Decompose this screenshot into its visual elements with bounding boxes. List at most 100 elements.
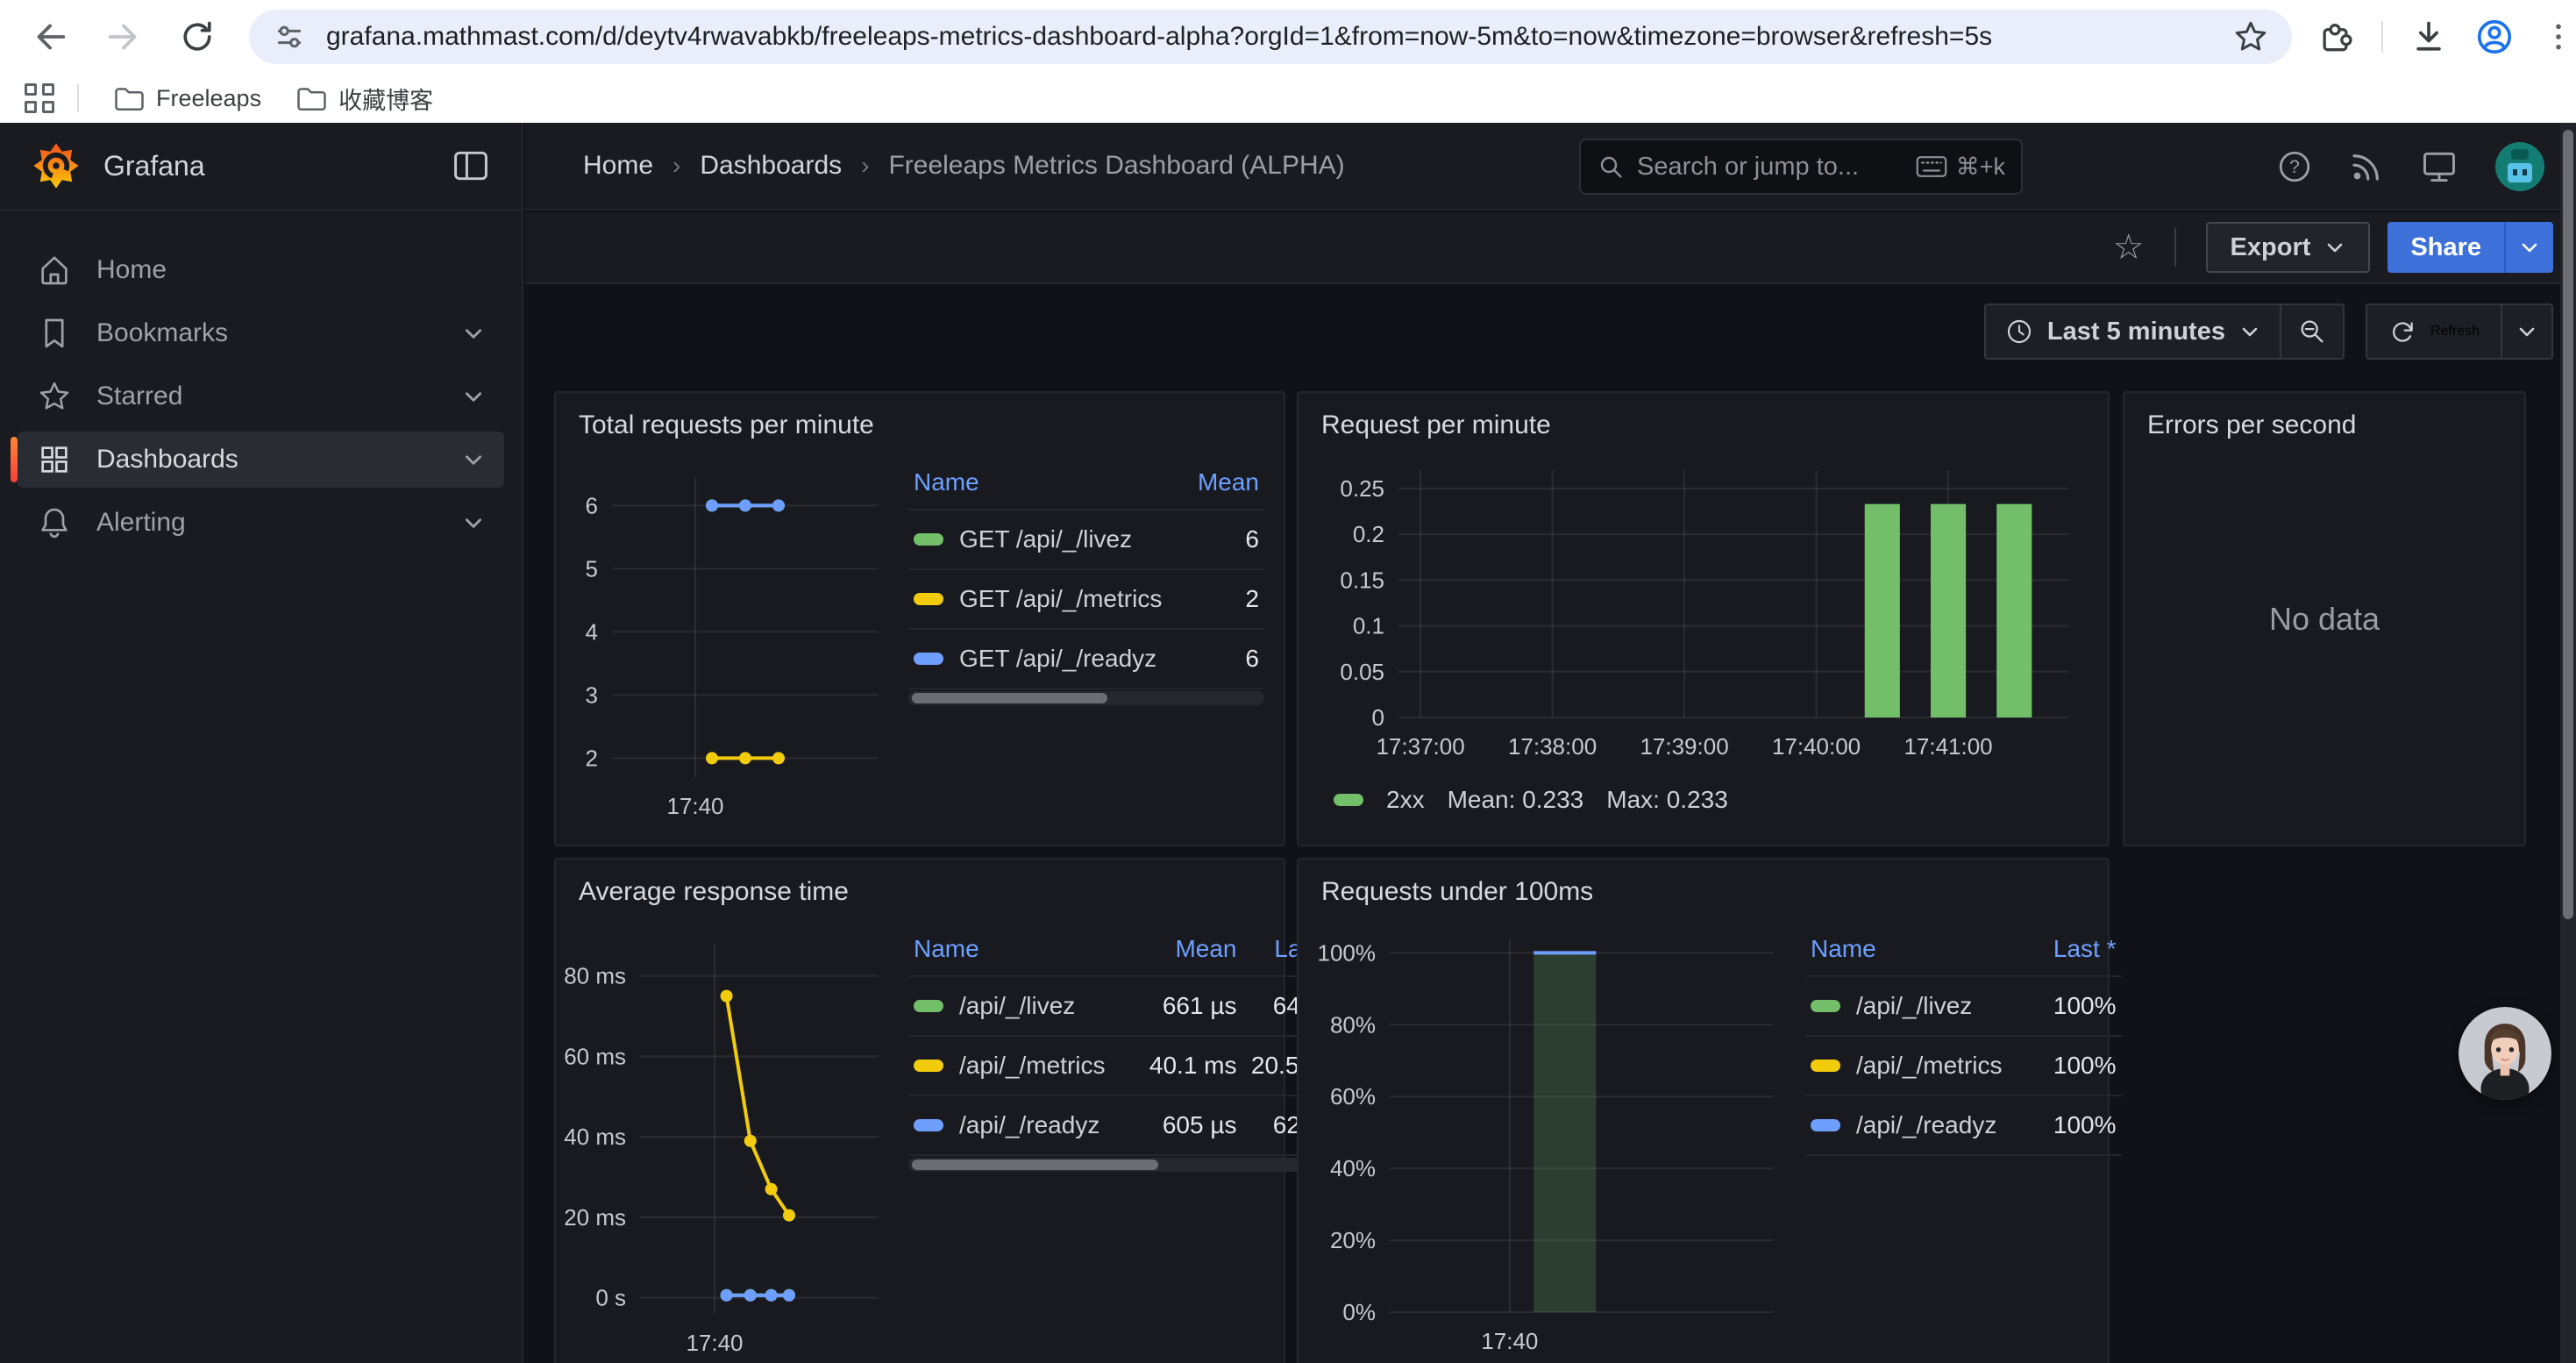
time-range-picker[interactable]: Last 5 minutes xyxy=(1984,303,2345,360)
avatar-image xyxy=(2459,1007,2551,1100)
legend-line[interactable]: 2xx Mean: 0.233 Max: 0.233 xyxy=(1299,775,2108,814)
news-rss-icon[interactable] xyxy=(2348,148,2385,185)
svg-text:17:41:00: 17:41:00 xyxy=(1904,733,1992,760)
folder-icon xyxy=(112,82,144,114)
average-response-time-chart: 17:400 s20 ms40 ms60 ms80 ms xyxy=(556,912,893,1363)
keyboard-icon xyxy=(1916,155,1947,178)
panel-request-per-minute[interactable]: Request per minute 17:37:0017:38:0017:39… xyxy=(1297,391,2110,846)
legend-header-mean[interactable]: Mean xyxy=(1163,468,1259,496)
grafana-app: Grafana Home Bo xyxy=(0,123,2576,1363)
floating-user-avatar[interactable] xyxy=(2459,1007,2551,1100)
legend-scrollbar[interactable] xyxy=(908,1158,1320,1172)
forward-icon xyxy=(103,17,144,57)
back-button[interactable] xyxy=(21,8,79,66)
favorite-star-icon[interactable]: ☆ xyxy=(2113,227,2145,268)
legend-row[interactable]: /api/_/readyz 100% xyxy=(1805,1095,2122,1154)
chevron-down-icon[interactable] xyxy=(462,385,485,408)
legend-row[interactable]: GET /api/_/readyz 6 xyxy=(908,628,1264,688)
sidebar-nav: Home Bookmarks Starred xyxy=(0,211,522,551)
legend-scrollbar[interactable] xyxy=(908,691,1264,705)
export-label: Export xyxy=(2231,233,2311,262)
legend-mean: Mean: 0.233 xyxy=(1448,786,1584,814)
user-avatar[interactable] xyxy=(2494,140,2546,193)
panel-total-requests-per-minute[interactable]: Total requests per minute 17:4023456 Nam… xyxy=(554,391,1285,846)
panel-title[interactable]: Requests under 100ms xyxy=(1299,860,2108,912)
breadcrumb-dashboards[interactable]: Dashboards xyxy=(700,151,842,181)
panel-errors-per-second[interactable]: Errors per second No data xyxy=(2123,391,2526,846)
svg-text:0%: 0% xyxy=(1342,1299,1376,1325)
legend-header-mean[interactable]: Mean xyxy=(1106,935,1237,963)
sidebar-item-starred[interactable]: Starred xyxy=(18,368,504,425)
legend-row[interactable]: /api/_/livez 100% xyxy=(1805,975,2122,1035)
sidebar-item-home[interactable]: Home xyxy=(18,242,504,298)
legend-row[interactable]: /api/_/metrics 40.1 ms 20.5 r xyxy=(908,1035,1320,1095)
bookmark-folder-label: 收藏博客 xyxy=(338,82,433,116)
brand-title[interactable]: Grafana xyxy=(103,150,452,182)
bookmarks-bar: Freeleaps 收藏博客 xyxy=(0,74,2576,123)
sidebar-item-dashboards[interactable]: Dashboards xyxy=(18,432,504,488)
legend-table: Name Mean GET /api/_/livez 6 GET /api/_/… xyxy=(908,468,1264,831)
search-icon xyxy=(1597,153,1625,181)
bookmark-star-button[interactable] xyxy=(2232,18,2269,55)
chevron-down-icon[interactable] xyxy=(462,322,485,345)
legend-header-name[interactable]: Name xyxy=(914,935,1106,963)
share-dropdown-button[interactable] xyxy=(2504,222,2553,273)
site-info-icon[interactable] xyxy=(272,19,307,54)
svg-text:40%: 40% xyxy=(1330,1155,1376,1181)
svg-text:3: 3 xyxy=(586,682,598,708)
search-input[interactable]: Search or jump to... ⌘+k xyxy=(1579,139,2023,195)
page-scrollbar[interactable] xyxy=(2560,123,2576,1363)
url-bar[interactable]: grafana.mathmast.com/d/deytv4rwavabkb/fr… xyxy=(249,10,2292,64)
panel-title[interactable]: Errors per second xyxy=(2124,393,2524,446)
legend-row[interactable]: GET /api/_/livez 6 xyxy=(908,509,1264,568)
refresh-picker[interactable]: Refresh xyxy=(2366,303,2553,360)
legend-header-name[interactable]: Name xyxy=(914,468,1163,496)
legend-header-last[interactable]: Last * xyxy=(2003,935,2117,963)
collapse-sidebar-icon[interactable] xyxy=(452,146,490,185)
panel-title[interactable]: Request per minute xyxy=(1299,393,2108,446)
legend-row[interactable]: /api/_/readyz 605 µs 620 xyxy=(908,1095,1320,1154)
legend-row[interactable]: GET /api/_/metrics 2 xyxy=(908,568,1264,628)
zoom-out-button[interactable] xyxy=(2280,305,2343,358)
refresh-interval-dropdown[interactable] xyxy=(2501,305,2551,358)
url-text[interactable]: grafana.mathmast.com/d/deytv4rwavabkb/fr… xyxy=(326,22,2218,52)
bookmark-folder-freeleaps[interactable]: Freeleaps xyxy=(112,82,261,114)
panel-average-response-time[interactable]: Average response time 17:400 s20 ms40 ms… xyxy=(554,858,1285,1363)
forward-button[interactable] xyxy=(95,8,153,66)
share-label: Share xyxy=(2387,222,2504,273)
sidebar-item-bookmarks[interactable]: Bookmarks xyxy=(18,305,504,361)
download-icon[interactable] xyxy=(2409,18,2448,56)
svg-text:6: 6 xyxy=(586,492,598,518)
series-color-pill xyxy=(914,593,943,605)
scrollbar-thumb[interactable] xyxy=(2563,130,2573,919)
help-icon[interactable]: ? xyxy=(2276,148,2313,185)
chevron-down-icon xyxy=(2239,321,2260,342)
panel-requests-under-100ms[interactable]: Requests under 100ms 17:400%20%40%60%80%… xyxy=(1297,858,2110,1363)
bookmark-folder-blogs[interactable]: 收藏博客 xyxy=(295,82,433,116)
monitor-icon[interactable] xyxy=(2420,147,2459,186)
search-placeholder: Search or jump to... xyxy=(1637,153,1916,182)
menu-dots-icon[interactable] xyxy=(2541,18,2576,56)
profile-icon[interactable] xyxy=(2474,17,2515,57)
bookmarks-divider xyxy=(77,84,79,112)
chevron-down-icon xyxy=(2324,237,2345,258)
legend-row[interactable]: /api/_/metrics 100% xyxy=(1805,1035,2122,1095)
share-button[interactable]: Share xyxy=(2387,222,2553,273)
sidebar-item-alerting[interactable]: Alerting xyxy=(18,495,504,551)
export-button[interactable]: Export xyxy=(2206,222,2371,273)
panel-title[interactable]: Total requests per minute xyxy=(556,393,1284,446)
chevron-down-icon[interactable] xyxy=(462,448,485,471)
dashboard-toolbar: ☆ Export Share xyxy=(525,212,2576,284)
apps-grid-icon[interactable] xyxy=(25,83,54,113)
legend-row[interactable]: /api/_/livez 661 µs 646 xyxy=(908,975,1320,1035)
reload-button[interactable] xyxy=(168,8,226,66)
search-shortcut: ⌘+k xyxy=(1916,153,2005,181)
svg-text:17:38:00: 17:38:00 xyxy=(1508,733,1597,760)
panel-title[interactable]: Average response time xyxy=(556,860,1284,912)
legend-header-name[interactable]: Name xyxy=(1811,935,2003,963)
extensions-icon[interactable] xyxy=(2316,18,2355,56)
series-color-pill xyxy=(914,533,943,546)
breadcrumb-home[interactable]: Home xyxy=(583,151,653,181)
chevron-down-icon[interactable] xyxy=(462,511,485,534)
grafana-logo[interactable] xyxy=(32,141,81,190)
